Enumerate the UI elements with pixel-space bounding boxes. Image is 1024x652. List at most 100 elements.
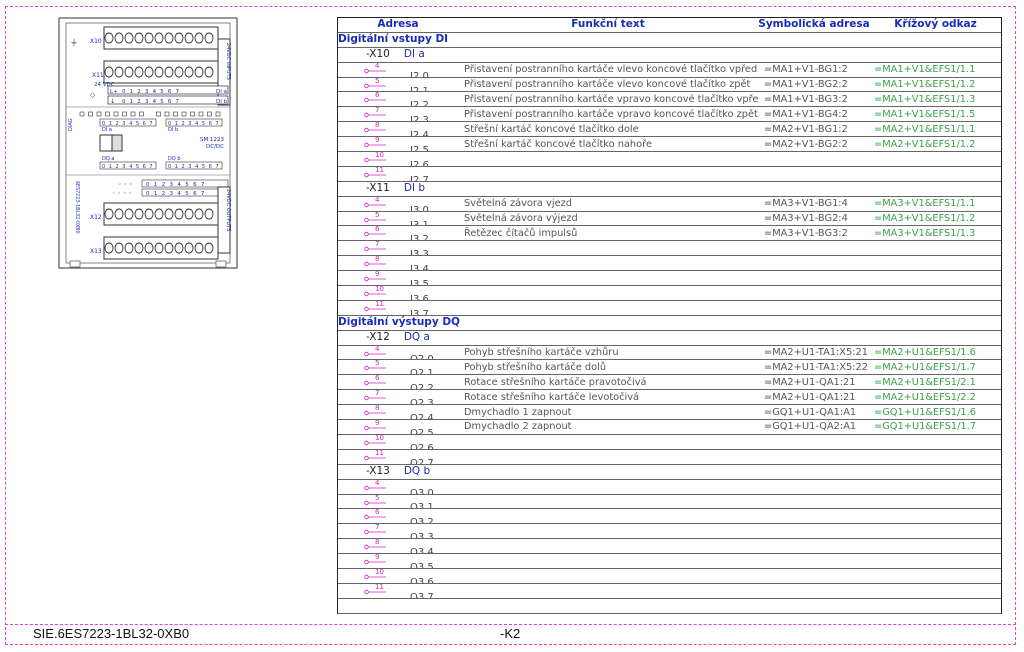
symbolic-address: =MA2+V1-BG2:2 xyxy=(758,136,870,153)
dq-a-led-label: DQ a xyxy=(102,156,114,162)
group-name: DI a xyxy=(403,48,425,61)
status-led xyxy=(207,111,212,117)
io-row: 4 I2.0 Přistavení postranního kartáče vlev… xyxy=(338,62,1001,78)
io-row: 6 I3.2 Řetězec čítačů impulsů =MA3+V1-BG3:2… xyxy=(338,225,1001,242)
cross-reference-link[interactable]: =MA2+U1&EFS1/1.6 xyxy=(870,345,1001,361)
cross-reference-link[interactable]: =MA2+U1&EFS1/2.2 xyxy=(870,389,1001,406)
cross-reference-link[interactable] xyxy=(870,494,1001,510)
function-text xyxy=(458,494,758,510)
terminal-screw xyxy=(194,32,204,44)
terminal-screw xyxy=(174,66,184,78)
cross-reference-link[interactable] xyxy=(870,583,1001,599)
cross-reference-link[interactable] xyxy=(870,300,1001,316)
terminal-screw xyxy=(154,32,164,44)
inputs-side-label: 24VDC INPUTS xyxy=(225,43,231,80)
cross-reference-link[interactable] xyxy=(870,568,1001,584)
cross-reference-link[interactable]: =MA1+V1&EFS1/1.5 xyxy=(870,106,1001,123)
status-led xyxy=(113,111,119,117)
svg-text:◦ ◦ ◦ ◦: ◦ ◦ ◦ ◦ xyxy=(112,190,132,197)
symbolic-address: =MA2+V1-BG1:2 xyxy=(758,121,870,138)
terminal-screw xyxy=(104,208,114,220)
symbolic-address: =MA2+U1-QA1:21 xyxy=(758,389,870,406)
cross-reference-link[interactable] xyxy=(870,508,1001,525)
function-text xyxy=(458,240,758,257)
dq-b-led-digits: 0 1 2 3 4 5 6 7 xyxy=(168,164,220,170)
x13-label: X13 xyxy=(90,248,102,255)
cross-reference-link[interactable] xyxy=(870,479,1001,495)
outputs-side-label: 24VDC OUTPUTS xyxy=(225,189,231,231)
terminal-symbol-icon xyxy=(364,574,386,580)
terminal-screw xyxy=(164,242,174,254)
cross-reference-link[interactable] xyxy=(870,285,1001,301)
io-address: I3.2 xyxy=(410,234,429,241)
cross-reference-link[interactable]: =MA1+V1&EFS1/1.2 xyxy=(870,77,1001,93)
terminal-screw xyxy=(134,208,144,220)
symbolic-address xyxy=(758,270,870,287)
io-row: 6 Q3.2 xyxy=(338,508,1001,525)
cross-reference-link[interactable] xyxy=(870,538,1001,555)
cross-reference-link[interactable] xyxy=(870,434,1001,450)
terminal-symbol-icon xyxy=(364,68,386,73)
io-address: Q3.1 xyxy=(410,502,434,509)
io-address: I3.7 xyxy=(410,308,429,316)
function-text xyxy=(458,568,758,584)
function-text xyxy=(458,300,758,316)
function-text xyxy=(458,479,758,495)
status-led xyxy=(173,111,178,117)
terminal-symbol-icon xyxy=(364,232,386,237)
function-text: Střešní kartáč koncové tlačítko dole xyxy=(458,121,758,138)
cross-reference-link[interactable]: =MA1+V1&EFS1/1.3 xyxy=(870,91,1001,108)
function-text: Střešní kartáč koncové tlačítko nahoře xyxy=(458,136,758,153)
io-address: I2.7 xyxy=(410,174,429,182)
cross-reference-link[interactable]: =MA2+U1&EFS1/1.7 xyxy=(870,359,1001,376)
terminal-symbol-icon xyxy=(364,291,386,297)
cross-reference-link[interactable]: =MA2+V1&EFS1/1.1 xyxy=(870,121,1001,138)
symbolic-address xyxy=(758,479,870,495)
di-a-led-label: DI a xyxy=(102,127,112,133)
cross-reference-link[interactable] xyxy=(870,523,1001,540)
cross-reference-link[interactable]: =MA3+V1&EFS1/1.3 xyxy=(870,225,1001,242)
cross-reference-link[interactable] xyxy=(870,151,1001,167)
terminal-screw xyxy=(174,242,184,254)
cross-reference-link[interactable]: =MA2+V1&EFS1/1.2 xyxy=(870,136,1001,153)
cross-reference-link[interactable] xyxy=(870,255,1001,272)
terminal-screw xyxy=(184,66,194,78)
cross-reference-link[interactable] xyxy=(870,166,1001,182)
cross-reference-link[interactable]: =GQ1+U1&EFS1/1.6 xyxy=(870,404,1001,421)
connector-label: -X11 xyxy=(366,182,390,195)
cross-reference-link[interactable]: =MA1+V1&EFS1/1.1 xyxy=(870,62,1001,78)
cross-reference-link[interactable]: =MA2+U1&EFS1/2.1 xyxy=(870,374,1001,391)
cross-reference-link[interactable]: =GQ1+U1&EFS1/1.7 xyxy=(870,419,1001,435)
terminal-screw xyxy=(184,242,194,254)
cross-reference-link[interactable] xyxy=(870,240,1001,257)
symbolic-address: =MA2+U1-TA1:X5:21 xyxy=(758,345,870,361)
terminal-screw xyxy=(164,208,174,220)
cross-reference-link[interactable]: =MA3+V1&EFS1/1.2 xyxy=(870,211,1001,227)
x10-label: X10 xyxy=(90,38,102,45)
io-row: 7 I3.3 xyxy=(338,240,1001,257)
terminal-symbol-icon xyxy=(364,544,386,550)
symbolic-address xyxy=(758,583,870,599)
symbolic-address xyxy=(758,553,870,569)
terminal-symbol-icon xyxy=(364,247,386,252)
svg-text:◇: ◇ xyxy=(90,91,96,99)
cross-reference-link[interactable]: =MA3+V1&EFS1/1.1 xyxy=(870,196,1001,212)
terminal-screw xyxy=(194,242,204,254)
function-text xyxy=(458,553,758,569)
function-text: Světelná závora vjezd xyxy=(458,196,758,212)
io-address: Q2.5 xyxy=(410,427,434,435)
table-header-row: Adresa Funkční text Symbolická adresa Kř… xyxy=(338,18,1001,33)
cross-reference-link[interactable] xyxy=(870,449,1001,465)
terminal-screw xyxy=(194,208,204,220)
symbolic-address: =MA2+U1-TA1:X5:22 xyxy=(758,359,870,376)
terminal-screw xyxy=(194,66,204,78)
function-text: Přistavení postranního kartáče vpravo ko… xyxy=(458,106,758,123)
terminal-screw xyxy=(124,32,134,44)
connector-label: -X10 xyxy=(366,48,390,61)
terminal-symbol-icon xyxy=(364,410,386,416)
cross-reference-link[interactable] xyxy=(870,270,1001,287)
cross-reference-link[interactable] xyxy=(870,553,1001,569)
terminal-symbol-icon xyxy=(364,559,386,565)
connector-group-row: -X11 DI b xyxy=(338,181,1001,197)
io-row: 10 Q3.6 xyxy=(338,568,1001,584)
